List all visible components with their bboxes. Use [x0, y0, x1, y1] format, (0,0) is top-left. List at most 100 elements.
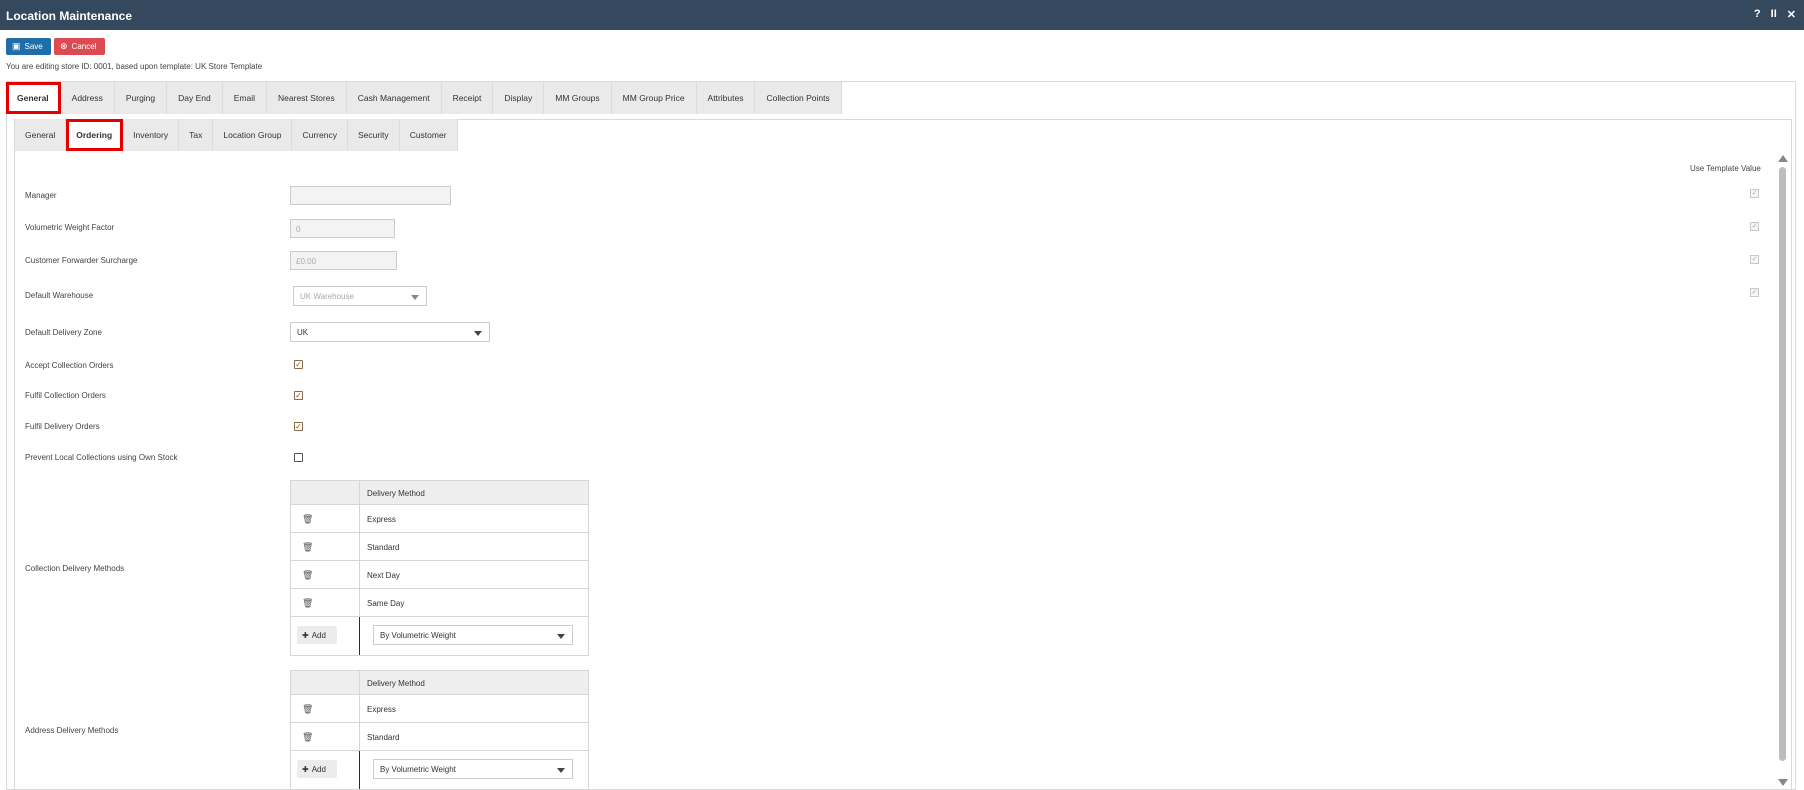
warehouse-template-checkbox[interactable]: ✓	[1750, 288, 1759, 297]
default-warehouse-select[interactable]: UK Warehouse	[293, 286, 427, 306]
save-button-label: Save	[24, 42, 43, 51]
default-delivery-zone-label: Default Delivery Zone	[25, 328, 102, 337]
prevent-local-collections-checkbox[interactable]	[294, 453, 303, 462]
delivery-method-column-header: Delivery Method	[367, 489, 425, 498]
plus-icon: ✚	[302, 764, 309, 774]
sub-tab-panel	[14, 119, 1792, 790]
customer-forwarder-surcharge-input[interactable]: £0.00	[290, 251, 397, 270]
default-delivery-zone-select[interactable]: UK	[290, 322, 490, 342]
scrollbar-thumb[interactable]	[1779, 167, 1786, 761]
add-delivery-method-button[interactable]: ✚ Add	[297, 760, 337, 778]
grid-footer: ✚ Add By Volumetric Weight	[291, 751, 588, 789]
address-delivery-methods-label: Address Delivery Methods	[25, 726, 119, 735]
trash-icon[interactable]: 🗑	[302, 598, 313, 609]
pause-icon[interactable]: II	[1771, 8, 1777, 21]
cancel-button[interactable]: ⊗ Cancel	[54, 38, 105, 55]
tab-nearest-stores[interactable]: Nearest Stores	[267, 82, 347, 114]
volumetric-weight-factor-input[interactable]: 0	[290, 219, 395, 238]
volumetric-weight-template-checkbox[interactable]: ✓	[1750, 222, 1759, 231]
fulfil-collection-orders-label: Fulfil Collection Orders	[25, 391, 106, 400]
window-title: Location Maintenance	[6, 9, 133, 23]
delivery-method-cell: Next Day	[367, 571, 400, 580]
cancel-circle-icon: ⊗	[60, 41, 68, 51]
fulfil-delivery-orders-checkbox[interactable]: ✓	[294, 422, 303, 431]
floppy-disk-icon: ▣	[12, 41, 21, 51]
table-row: 🗑 Express	[291, 695, 588, 723]
surcharge-template-checkbox[interactable]: ✓	[1750, 255, 1759, 264]
tab-display[interactable]: Display	[493, 82, 545, 114]
add-button-label: Add	[311, 630, 326, 640]
use-template-value-header: Use Template Value	[1690, 164, 1761, 173]
grid-header: Delivery Method	[291, 481, 588, 505]
subtab-security[interactable]: Security	[347, 119, 400, 151]
tab-collection-points[interactable]: Collection Points	[755, 82, 842, 114]
collection-method-select-value: By Volumetric Weight	[380, 631, 456, 640]
help-icon[interactable]: ?	[1754, 8, 1761, 21]
trash-icon[interactable]: 🗑	[302, 542, 313, 553]
tab-cash-management[interactable]: Cash Management	[346, 82, 442, 114]
grid-header: Delivery Method	[291, 671, 588, 695]
delivery-method-cell: Express	[367, 515, 396, 524]
tab-day-end[interactable]: Day End	[167, 82, 223, 114]
chevron-down-icon	[474, 331, 482, 336]
subtab-location-group[interactable]: Location Group	[213, 119, 293, 151]
fulfil-collection-orders-checkbox[interactable]: ✓	[294, 391, 303, 400]
title-bar: Location Maintenance ? II ✕	[0, 0, 1804, 30]
trash-icon[interactable]: 🗑	[302, 514, 313, 525]
sub-tabs: General Ordering Inventory Tax Location …	[15, 119, 458, 151]
scroll-down-arrow-icon[interactable]	[1778, 779, 1788, 786]
subtab-tax[interactable]: Tax	[179, 119, 214, 151]
tab-general[interactable]: General	[6, 82, 61, 114]
trash-icon[interactable]: 🗑	[302, 704, 313, 715]
delivery-method-cell: Standard	[367, 733, 400, 742]
plus-icon: ✚	[302, 630, 309, 640]
trash-icon[interactable]: 🗑	[302, 732, 313, 743]
manager-template-checkbox[interactable]: ✓	[1750, 189, 1759, 198]
customer-forwarder-surcharge-label: Customer Forwarder Surcharge	[25, 256, 138, 265]
manager-label: Manager	[25, 191, 57, 200]
editing-note: You are editing store ID: 0001, based up…	[6, 62, 263, 71]
subtab-customer[interactable]: Customer	[399, 119, 458, 151]
default-warehouse-label: Default Warehouse	[25, 291, 94, 300]
table-row: 🗑 Same Day	[291, 589, 588, 617]
subtab-ordering[interactable]: Ordering	[66, 119, 124, 151]
vertical-scrollbar[interactable]	[1778, 152, 1788, 788]
add-delivery-method-button[interactable]: ✚ Add	[297, 626, 337, 644]
tab-mm-groups[interactable]: MM Groups	[544, 82, 612, 114]
subtab-inventory[interactable]: Inventory	[123, 119, 180, 151]
subtab-currency[interactable]: Currency	[292, 119, 348, 151]
table-row: 🗑 Next Day	[291, 561, 588, 589]
address-method-select[interactable]: By Volumetric Weight	[373, 759, 573, 779]
chevron-down-icon	[411, 295, 419, 300]
tab-purging[interactable]: Purging	[114, 82, 168, 114]
table-row: 🗑 Express	[291, 505, 588, 533]
tab-attributes[interactable]: Attributes	[696, 82, 756, 114]
collection-method-select[interactable]: By Volumetric Weight	[373, 625, 573, 645]
grid-footer: ✚ Add By Volumetric Weight	[291, 617, 588, 655]
table-row: 🗑 Standard	[291, 533, 588, 561]
accept-collection-orders-checkbox[interactable]: ✓	[294, 360, 303, 369]
save-button[interactable]: ▣ Save	[6, 38, 51, 55]
prevent-local-collections-label: Prevent Local Collections using Own Stoc…	[25, 453, 178, 462]
tab-email[interactable]: Email	[222, 82, 268, 114]
delivery-method-cell: Standard	[367, 543, 400, 552]
chevron-down-icon	[557, 768, 565, 773]
tab-mm-group-price[interactable]: MM Group Price	[611, 82, 697, 114]
default-warehouse-value: UK Warehouse	[300, 292, 354, 301]
address-method-select-value: By Volumetric Weight	[380, 765, 456, 774]
default-delivery-zone-value: UK	[297, 328, 309, 337]
tab-address[interactable]: Address	[60, 82, 115, 114]
manager-input[interactable]	[290, 186, 451, 205]
add-button-label: Add	[311, 764, 326, 774]
subtab-general[interactable]: General	[15, 119, 67, 151]
address-delivery-methods-grid: Delivery Method 🗑 Express 🗑 Standard ✚ A…	[290, 670, 589, 790]
main-tabs: General Address Purging Day End Email Ne…	[6, 82, 842, 114]
close-icon[interactable]: ✕	[1787, 8, 1796, 21]
accept-collection-orders-label: Accept Collection Orders	[25, 361, 114, 370]
collection-delivery-methods-grid: Delivery Method 🗑 Express 🗑 Standard 🗑 N…	[290, 480, 589, 656]
trash-icon[interactable]: 🗑	[302, 570, 313, 581]
delivery-method-cell: Express	[367, 705, 396, 714]
collection-delivery-methods-label: Collection Delivery Methods	[25, 564, 125, 573]
scroll-up-arrow-icon[interactable]	[1778, 155, 1788, 162]
tab-receipt[interactable]: Receipt	[441, 82, 494, 114]
